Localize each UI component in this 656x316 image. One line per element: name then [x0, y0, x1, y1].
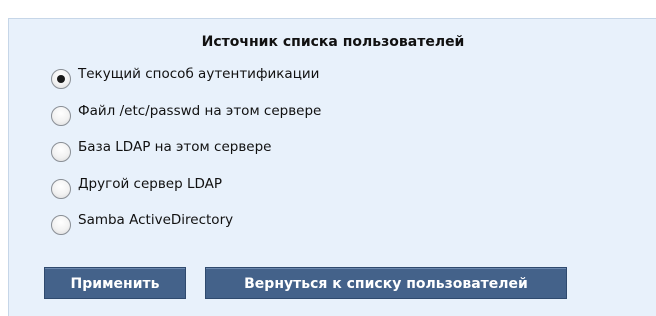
radio-other-ldap[interactable] [51, 179, 71, 199]
radio-selected-dot [57, 75, 65, 83]
option-local-ldap[interactable]: База LDAP на этом сервере [51, 136, 272, 162]
option-passwd-file[interactable]: Файл /etc/passwd на этом сервере [51, 100, 322, 126]
radio-samba-ad[interactable] [51, 215, 71, 235]
radio-current-auth[interactable] [51, 69, 71, 89]
back-to-users-button[interactable]: Вернуться к списку пользователей [205, 267, 567, 299]
option-samba-ad[interactable]: Samba ActiveDirectory [51, 209, 234, 235]
option-label: Текущий способ аутентификации [78, 66, 320, 82]
user-source-panel: Источник списка пользователей Текущий сп… [8, 18, 656, 316]
option-label: Файл /etc/passwd на этом сервере [78, 103, 322, 119]
apply-button[interactable]: Применить [44, 267, 186, 299]
radio-local-ldap[interactable] [51, 142, 71, 162]
option-other-ldap[interactable]: Другой сервер LDAP [51, 173, 222, 199]
radio-passwd-file[interactable] [51, 106, 71, 126]
option-label: Samba ActiveDirectory [78, 212, 234, 228]
option-current-auth[interactable]: Текущий способ аутентификации [51, 63, 320, 89]
option-label: База LDAP на этом сервере [78, 139, 272, 155]
panel-title: Источник списка пользователей [201, 34, 465, 50]
option-label: Другой сервер LDAP [78, 176, 222, 192]
